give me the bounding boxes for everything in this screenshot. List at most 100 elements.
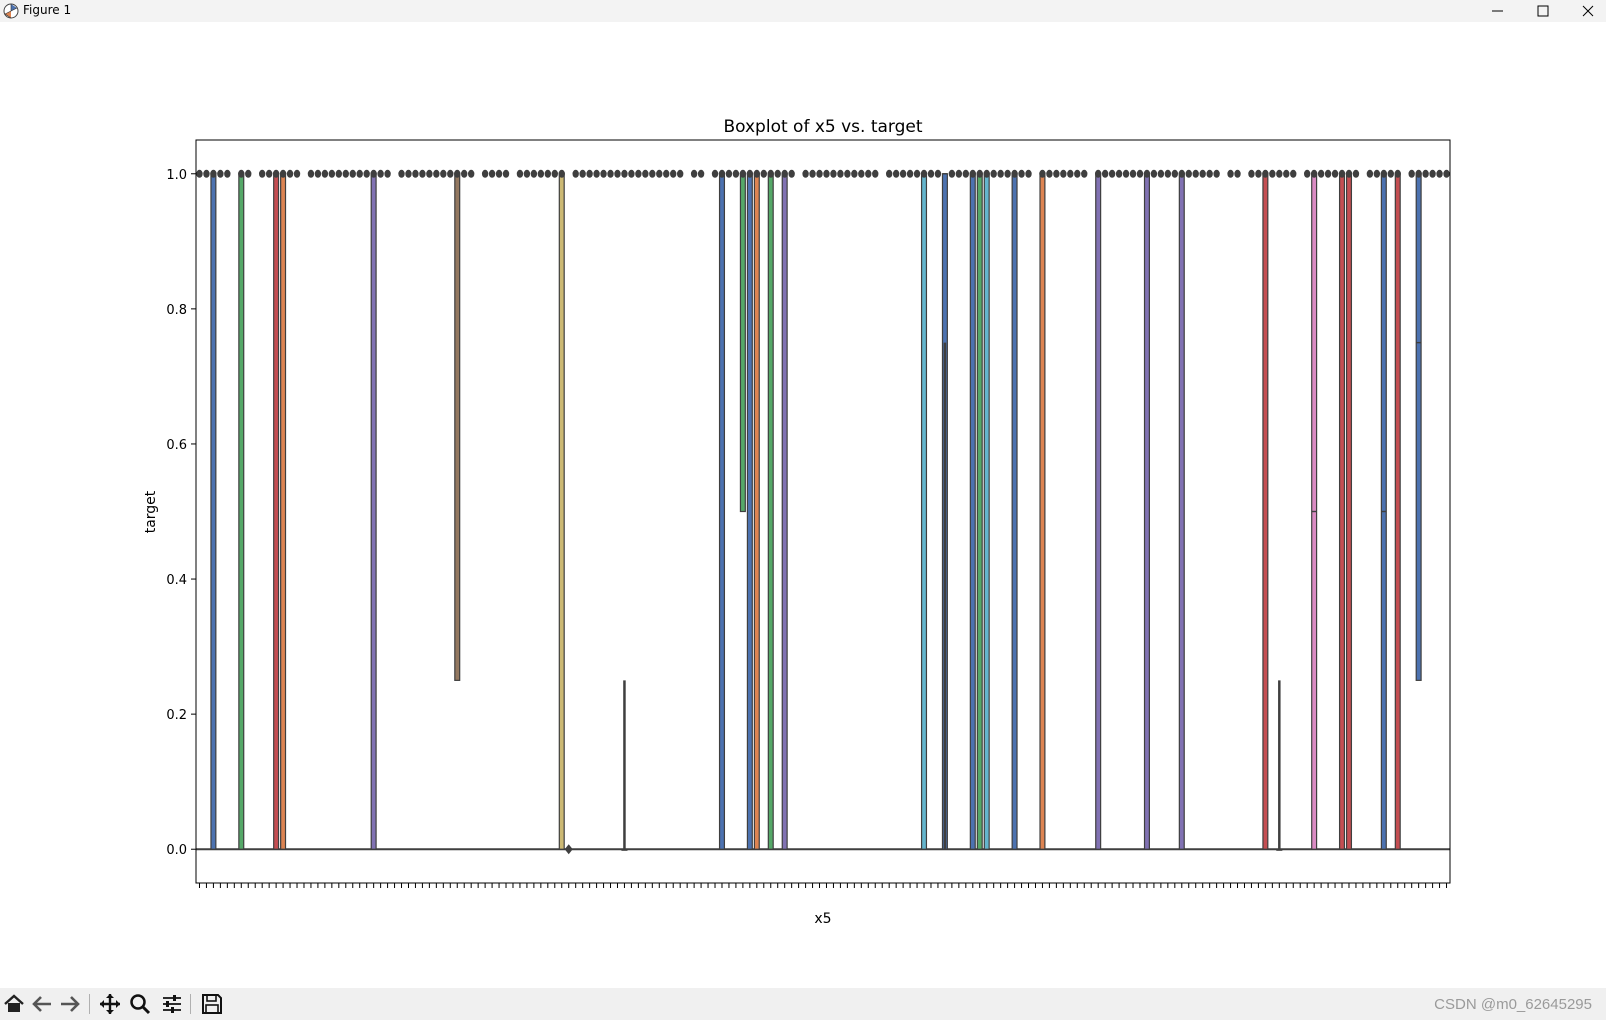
outlier-point: [217, 169, 224, 178]
outlier-point: [690, 169, 698, 178]
zoom-button[interactable]: [126, 991, 154, 1017]
box-80: [753, 173, 760, 850]
maximize-icon: [1537, 5, 1549, 17]
outlier-point: [1039, 169, 1046, 178]
back-button[interactable]: [28, 991, 56, 1017]
box-25: [370, 173, 377, 850]
chart-title: Boxplot of x5 vs. target: [723, 117, 922, 137]
box-111: [969, 173, 976, 850]
outlier-point: [976, 169, 983, 178]
outlier-point: [370, 169, 377, 178]
outlier-point: [488, 169, 496, 178]
y-axis: 0.0 0.2 0.4 0.6 0.8 1.0: [166, 168, 196, 858]
outlier-point: [279, 169, 287, 178]
configure-icon: [163, 995, 181, 1013]
outlier-point: [1060, 169, 1067, 178]
box-body: [454, 173, 461, 681]
outlier-point: [572, 169, 579, 178]
box-141: [1178, 173, 1185, 850]
outlier-point: [502, 169, 510, 178]
outlier-point: [467, 169, 475, 178]
title-bar: Figure 1: [0, 0, 1606, 22]
y-tick-label: 0.2: [166, 708, 187, 723]
box-153: [1262, 173, 1269, 850]
outlier-point: [1143, 169, 1151, 178]
outlier-point: [1011, 169, 1018, 178]
outlier-point: [628, 169, 635, 178]
maximize-button[interactable]: [1520, 0, 1566, 22]
outlier-point: [523, 169, 531, 178]
box-129: [1095, 173, 1102, 850]
outlier-point: [1422, 169, 1429, 178]
home-button[interactable]: [0, 991, 28, 1017]
outlier-point: [1115, 169, 1123, 178]
outlier-point: [906, 169, 914, 178]
outlier-point: [767, 169, 774, 178]
outlier-point: [663, 169, 670, 178]
box-body: [210, 173, 217, 850]
outlier-point: [642, 169, 649, 178]
outlier-point: [558, 169, 565, 178]
outlier-point: [321, 169, 329, 178]
back-icon: [32, 996, 51, 1012]
zoom-icon: [130, 994, 151, 1015]
outlier-point: [760, 169, 767, 178]
save-icon: [202, 994, 222, 1014]
outlier-point: [774, 169, 781, 178]
box-84: [781, 173, 788, 850]
outlier-point: [1283, 169, 1290, 178]
outlier-point: [1387, 169, 1394, 178]
outlier-point: [865, 169, 872, 178]
box-body: [1039, 173, 1046, 850]
pan-button[interactable]: [96, 991, 124, 1017]
outlier-point: [564, 844, 573, 855]
outlier-point: [1380, 169, 1388, 178]
outlier-point: [258, 169, 266, 178]
box-52: [558, 173, 565, 850]
outlier-point: [788, 169, 795, 178]
minimize-button[interactable]: [1475, 0, 1521, 22]
outlier-point: [1136, 169, 1144, 178]
outlier-point: [656, 169, 663, 178]
outlier-point: [1101, 169, 1109, 178]
outlier-point: [384, 169, 391, 178]
box-body: [983, 173, 990, 850]
outlier-point: [1164, 169, 1172, 178]
figure-canvas[interactable]: 0.0 0.2 0.4 0.6 0.8 1.0 Boxplot of x5 vs. tar…: [0, 22, 1606, 988]
forward-button[interactable]: [56, 991, 84, 1017]
outlier-point: [551, 169, 558, 178]
outlier-point: [1234, 169, 1241, 178]
configure-button[interactable]: [158, 991, 186, 1017]
outlier-point: [335, 169, 343, 178]
outliers-layer: [196, 169, 1450, 855]
outlier-point: [802, 169, 809, 178]
outlier-point: [1310, 169, 1318, 178]
x-axis-label: x5: [814, 911, 831, 927]
outlier-point: [955, 169, 963, 178]
outlier-point: [844, 169, 851, 178]
outlier-point: [1067, 169, 1074, 178]
box-body: [1143, 173, 1150, 850]
outlier-point: [1074, 169, 1081, 178]
outlier-point: [948, 169, 956, 178]
outlier-point: [753, 169, 761, 178]
box-172: [1394, 173, 1401, 850]
outlier-point: [1178, 169, 1185, 178]
outlier-point: [495, 169, 503, 178]
outlier-point: [586, 169, 593, 178]
outlier-point: [1192, 169, 1199, 178]
box-104: [920, 173, 928, 850]
forward-icon: [61, 996, 80, 1012]
outlier-point: [1338, 169, 1346, 178]
outlier-point: [830, 169, 837, 178]
box-body: [753, 173, 760, 850]
box-body: [920, 173, 928, 850]
close-button[interactable]: [1565, 0, 1606, 22]
outlier-point: [1171, 169, 1179, 178]
save-button[interactable]: [198, 991, 226, 1017]
y-tick-label: 0.6: [166, 438, 187, 453]
window-title: Figure 1: [23, 3, 72, 17]
outlier-point: [1276, 169, 1283, 178]
y-tick-label: 0.0: [166, 843, 187, 858]
box-body: [1178, 173, 1185, 850]
